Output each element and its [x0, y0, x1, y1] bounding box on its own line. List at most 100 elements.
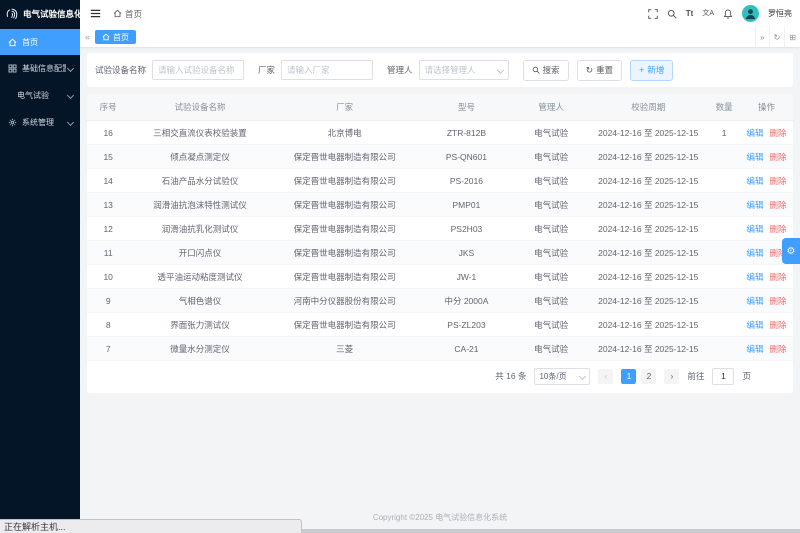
font-size-icon[interactable]: Tt	[686, 10, 694, 18]
home-icon	[7, 38, 18, 47]
refresh-icon: ↻	[586, 66, 594, 75]
delete-link[interactable]: 删除	[770, 152, 787, 162]
page-unit-label: 页	[742, 370, 751, 382]
delete-link[interactable]: 删除	[770, 320, 787, 330]
delete-link[interactable]: 删除	[770, 272, 787, 282]
col-header-no: 序号	[87, 94, 129, 121]
delete-link[interactable]: 删除	[770, 224, 787, 234]
bell-icon[interactable]	[723, 9, 733, 19]
cell-model: JKS	[419, 241, 514, 265]
cell-no: 8	[87, 313, 129, 337]
translate-icon[interactable]: 文A	[702, 10, 714, 17]
edit-link[interactable]: 编辑	[746, 200, 763, 210]
cell-qty	[708, 193, 740, 217]
cell-period: 2024-12-16 至 2025-12-15	[588, 265, 708, 289]
search-icon[interactable]	[667, 9, 677, 19]
vendor-input[interactable]	[281, 60, 373, 80]
table-header-row: 序号 试验设备名称 厂家 型号 管理人 校验周期 数量 操作	[87, 94, 793, 121]
breadcrumb[interactable]: 首页	[113, 8, 142, 20]
delete-link[interactable]: 删除	[770, 344, 787, 354]
app-title: 电气试验信息化	[23, 8, 83, 20]
cell-manager: 电气试验	[514, 217, 588, 241]
add-button-label: 新增	[647, 64, 664, 76]
cell-no: 12	[87, 217, 129, 241]
table-row: 11开口闪点仪保定晋世电器制造有限公司JKS电气试验2024-12-16 至 2…	[87, 241, 793, 265]
gear-icon	[7, 118, 18, 127]
cell-manager: 电气试验	[514, 337, 588, 361]
layout-grid-icon[interactable]: ⊞	[784, 27, 800, 47]
cell-period: 2024-12-16 至 2025-12-15	[588, 313, 708, 337]
sidebar-item-electrical-test[interactable]: 电气试验	[0, 81, 80, 109]
add-button[interactable]: + 新增	[630, 60, 673, 81]
reset-button[interactable]: ↻ 重置	[577, 60, 623, 81]
cell-name: 开口闪点仪	[129, 241, 270, 265]
edit-link[interactable]: 编辑	[746, 152, 763, 162]
collapse-left-icon[interactable]: «	[80, 32, 95, 42]
edit-link[interactable]: 编辑	[746, 248, 763, 258]
device-name-input[interactable]	[152, 60, 244, 80]
delete-link[interactable]: 删除	[770, 128, 787, 138]
cell-model: PS-2016	[419, 169, 514, 193]
goto-label: 前往	[687, 370, 704, 382]
tab-home[interactable]: 首页	[95, 30, 136, 44]
hamburger-menu-icon[interactable]	[90, 8, 101, 19]
goto-page-input[interactable]	[712, 368, 734, 385]
page-size-select[interactable]: 10条/页	[534, 368, 590, 385]
cell-manager: 电气试验	[514, 313, 588, 337]
table-row: 7微量水分测定仪三菱CA-21电气试验2024-12-16 至 2025-12-…	[87, 337, 793, 361]
sidebar-item-label: 基础信息配置	[22, 63, 66, 74]
cell-qty	[708, 265, 740, 289]
table-row: 8界面张力测试仪保定晋世电器制造有限公司PS-ZL203电气试验2024-12-…	[87, 313, 793, 337]
edit-link[interactable]: 编辑	[746, 176, 763, 186]
manager-select[interactable]: 请选择管理人	[419, 60, 509, 80]
edit-link[interactable]: 编辑	[746, 272, 763, 282]
cell-no: 10	[87, 265, 129, 289]
cell-actions: 编辑删除	[740, 217, 793, 241]
cell-model: 中分 2000A	[419, 289, 514, 313]
next-page-button[interactable]: ›	[664, 369, 679, 384]
edit-link[interactable]: 编辑	[746, 128, 763, 138]
page-button-2[interactable]: 2	[641, 369, 656, 384]
cell-vendor: 保定晋世电器制造有限公司	[271, 265, 419, 289]
sidebar-item-basic-config[interactable]: 基础信息配置	[0, 55, 80, 81]
settings-fab[interactable]: ⚙	[782, 238, 800, 264]
scroll-right-icon[interactable]: »	[755, 27, 768, 47]
fullscreen-icon[interactable]	[648, 9, 658, 19]
username-label[interactable]: 罗恒亮	[768, 8, 792, 19]
search-button[interactable]: 搜索	[523, 60, 569, 81]
delete-link[interactable]: 删除	[770, 296, 787, 306]
topbar: 首页 Tt 文A 罗恒亮	[80, 0, 800, 28]
table-row: 9气相色谱仪河南中分仪器股份有限公司中分 2000A电气试验2024-12-16…	[87, 289, 793, 313]
prev-page-button[interactable]: ‹	[598, 369, 613, 384]
col-header-actions: 操作	[740, 94, 793, 121]
cell-model: ZTR-812B	[419, 121, 514, 145]
fingerprint-logo-icon	[5, 7, 19, 21]
sidebar-item-system-management[interactable]: 系统管理	[0, 109, 80, 135]
cell-no: 11	[87, 241, 129, 265]
cell-actions: 编辑删除	[740, 265, 793, 289]
vendor-label: 厂家	[258, 64, 275, 76]
gear-icon: ⚙	[787, 246, 796, 257]
cell-name: 润滑油抗泡沫特性测试仪	[129, 193, 270, 217]
cell-name: 透平油运动粘度测试仪	[129, 265, 270, 289]
edit-link[interactable]: 编辑	[746, 296, 763, 306]
delete-link[interactable]: 删除	[770, 176, 787, 186]
edit-link[interactable]: 编辑	[746, 344, 763, 354]
cell-manager: 电气试验	[514, 241, 588, 265]
cell-model: PS2H03	[419, 217, 514, 241]
cell-no: 13	[87, 193, 129, 217]
refresh-icon[interactable]: ↻	[769, 27, 785, 47]
filter-bar: 试验设备名称 厂家 管理人 请选择管理人 搜索 ↻ 重置 + 新增	[87, 53, 793, 87]
edit-link[interactable]: 编辑	[746, 224, 763, 234]
avatar[interactable]	[742, 5, 759, 22]
home-icon	[113, 9, 122, 18]
plus-icon: +	[639, 66, 644, 75]
pagination: 共 16 条 10条/页 ‹ 12 › 前往 页	[87, 361, 793, 391]
cell-manager: 电气试验	[514, 169, 588, 193]
page-button-1[interactable]: 1	[621, 369, 636, 384]
delete-link[interactable]: 删除	[770, 200, 787, 210]
edit-link[interactable]: 编辑	[746, 320, 763, 330]
app-screen: 电气试验信息化 首页 基础信息配置 电气试验	[0, 0, 800, 533]
sidebar-item-home[interactable]: 首页	[0, 29, 80, 55]
cell-name: 界面张力测试仪	[129, 313, 270, 337]
